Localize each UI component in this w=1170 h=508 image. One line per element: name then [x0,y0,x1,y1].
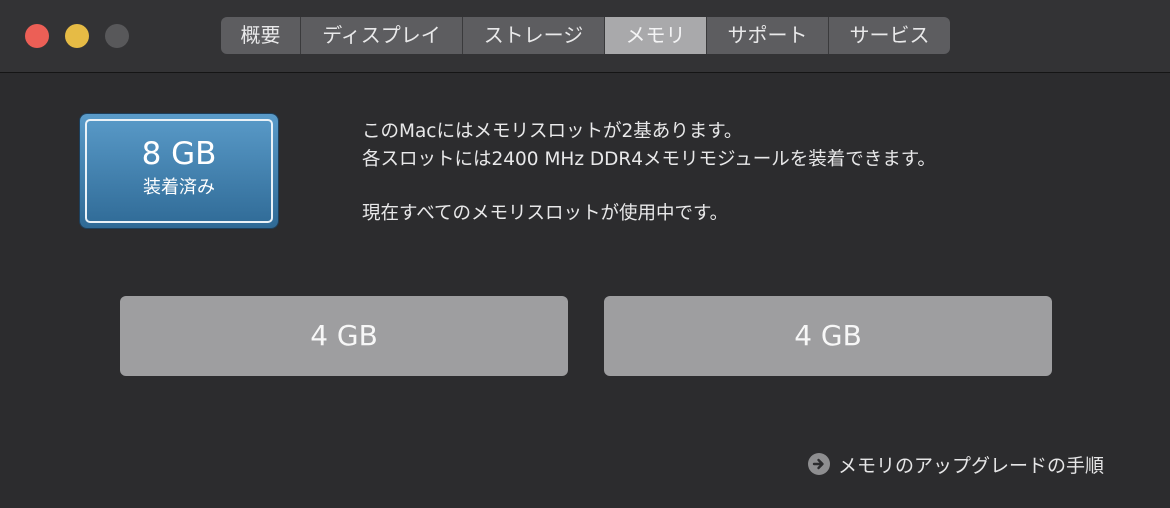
memory-info-text: このMacにはメモリスロットが2基あります。 各スロットには2400 MHz D… [362,118,936,228]
tab-memory[interactable]: メモリ [605,17,707,54]
zoom-button[interactable] [105,24,129,48]
memory-slot-2: 4 GB [604,296,1052,376]
tab-displays[interactable]: ディスプレイ [301,17,463,54]
memory-slot-1: 4 GB [120,296,568,376]
minimize-button[interactable] [65,24,89,48]
installed-memory-size: 8 GB [141,136,217,172]
memory-upgrade-link-label: メモリのアップグレードの手順 [838,454,1105,477]
tab-overview[interactable]: 概要 [221,17,301,54]
memory-slots-count-text: このMacにはメモリスロットが2基あります。 [362,121,743,142]
tab-bar: 概要 ディスプレイ ストレージ メモリ サポート サービス [221,17,950,54]
circle-arrow-right-icon [808,453,830,475]
installed-memory-frame: 8 GB 装着済み [85,119,273,223]
about-this-mac-window: 概要 ディスプレイ ストレージ メモリ サポート サービス 8 GB 装着済み … [0,0,1170,508]
memory-slot-spec-text: 各スロットには2400 MHz DDR4メモリモジュールを装着できます。 [362,149,936,170]
memory-slots-status-text: 現在すべてのメモリスロットが使用中です。 [362,203,729,224]
installed-memory-label: 装着済み [143,177,215,198]
tab-service[interactable]: サービス [829,17,950,54]
memory-upgrade-link[interactable]: メモリのアップグレードの手順 [808,450,1104,478]
installed-memory-badge: 8 GB 装着済み [80,114,278,228]
close-button[interactable] [25,24,49,48]
tab-storage[interactable]: ストレージ [463,17,605,54]
tab-support[interactable]: サポート [707,17,829,54]
titlebar: 概要 ディスプレイ ストレージ メモリ サポート サービス [0,0,1170,73]
